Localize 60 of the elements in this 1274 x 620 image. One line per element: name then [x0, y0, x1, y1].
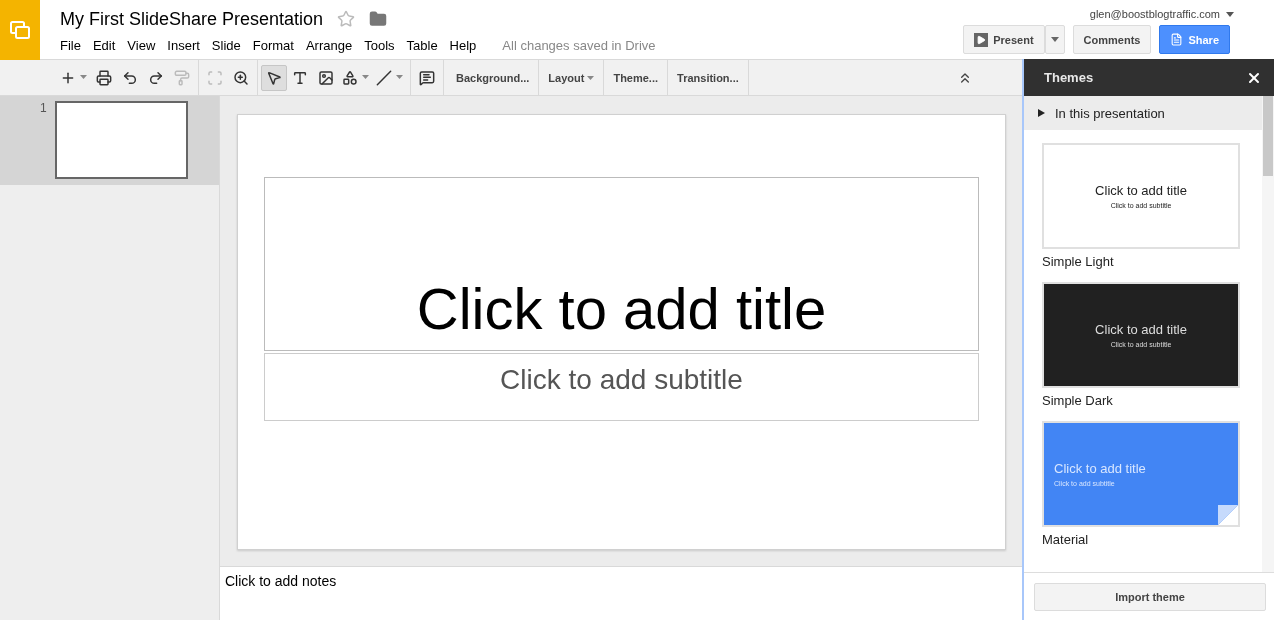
title-placeholder[interactable]: Click to add title [264, 177, 979, 351]
menu-item[interactable]: Insert [167, 38, 208, 53]
speaker-notes-field[interactable]: Click to add notes [220, 566, 1022, 620]
account-menu[interactable]: glen@boostblogtraffic.com [1089, 8, 1234, 20]
slide-thumbnail[interactable] [54, 101, 188, 179]
text-box-icon [292, 69, 308, 86]
caret-icon [361, 75, 370, 80]
menu-item[interactable]: Edit [92, 38, 124, 53]
star-icon[interactable] [337, 10, 356, 28]
caret-icon [1226, 11, 1234, 17]
import-theme-button[interactable]: Import theme [1034, 582, 1266, 611]
caret-icon [1050, 37, 1059, 42]
menu-item[interactable]: Slide [211, 38, 249, 53]
comments-button[interactable]: Comments [1072, 25, 1152, 54]
toolbar-button[interactable] [261, 64, 287, 91]
caret-icon [79, 75, 88, 80]
panel-title: Themes [1044, 70, 1094, 85]
theme-name: Simple Light [1042, 254, 1115, 269]
section-header[interactable]: In this presentation [1024, 96, 1262, 130]
toolbar-menu-button[interactable]: Transition... [668, 59, 749, 96]
toolbar-menu-button[interactable]: Background... [447, 59, 540, 96]
frame-icon [207, 69, 223, 86]
shapes-icon [342, 69, 358, 86]
zoom-icon [233, 69, 249, 86]
caret-icon [395, 75, 404, 80]
subtitle-placeholder[interactable]: Click to add subtitle [264, 353, 979, 421]
menu-item[interactable]: Tools [364, 38, 403, 53]
paint-roller-icon [174, 69, 190, 86]
present-dropdown-button[interactable] [1044, 25, 1065, 54]
slide-thumbnail-row[interactable]: 1 [0, 96, 219, 185]
toolbar-menu-button[interactable]: Layout [539, 59, 605, 96]
present-button[interactable]: Present [963, 25, 1045, 54]
section-label: In this presentation [1055, 105, 1165, 121]
toolbar-menu-button[interactable]: Theme... [604, 59, 669, 96]
document-icon [1170, 33, 1184, 46]
slide-number: 1 [40, 101, 47, 117]
save-status: All changes saved in Drive [502, 38, 656, 53]
document-title[interactable]: My First SlideShare Presentation [60, 8, 324, 30]
menu-item[interactable]: View [127, 38, 164, 53]
menu-item[interactable]: Format [252, 38, 302, 53]
theme-name: Material [1042, 532, 1090, 547]
folder-icon[interactable] [369, 10, 388, 28]
line-icon [376, 69, 392, 86]
undo-icon [122, 69, 138, 86]
menu-item[interactable]: Help [449, 38, 485, 53]
redo-icon [148, 69, 164, 86]
play-icon [974, 32, 989, 47]
printer-icon [96, 69, 112, 86]
scrollbar-thumb[interactable] [1263, 96, 1273, 176]
menu-item[interactable]: Arrange [305, 38, 361, 53]
preview-title: Click to add title [1095, 183, 1187, 198]
theme-name: Simple Dark [1042, 393, 1114, 408]
page-curl-icon [1218, 505, 1238, 525]
pointer-icon [266, 69, 282, 86]
preview-title: Click to add title [1054, 461, 1146, 476]
menu-item[interactable]: Table [406, 38, 446, 53]
image-icon [318, 69, 334, 86]
preview-title: Click to add title [1095, 322, 1187, 337]
menu-item[interactable]: File [60, 38, 89, 53]
comment-icon [419, 69, 435, 86]
